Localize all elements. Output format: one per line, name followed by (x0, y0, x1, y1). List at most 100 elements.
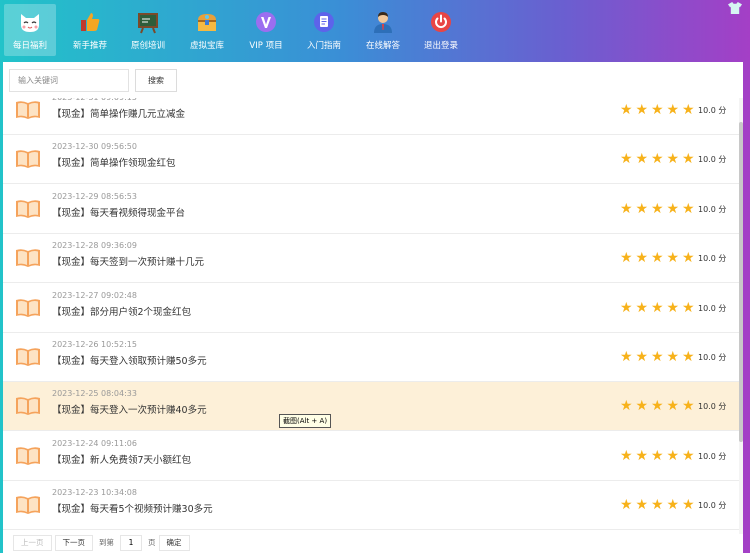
star-icon: ★ (666, 447, 680, 464)
open-book-icon (16, 249, 40, 268)
star-icon: ★ (619, 447, 633, 464)
star-icon: ★ (650, 250, 664, 267)
star-icon: ★ (650, 447, 664, 464)
star-icon: ★ (619, 349, 633, 365)
main-panel: 搜索 2023-12-31 09:09:15【现金】简单操作赚几元立减金★★★★… (3, 62, 743, 553)
open-book-icon (16, 298, 40, 317)
rating-stars: ★ ★ ★ ★ ★ (619, 495, 696, 515)
item-title[interactable]: 【现金】简单操作赚几元立减金 (52, 106, 185, 120)
nav-label: 虚拟宝库 (189, 41, 224, 51)
open-book-icon (16, 496, 40, 515)
star-icon: ★ (681, 447, 695, 464)
list-item[interactable]: 2023-12-23 10:34:08 【现金】每天看5个视频预计赚30多元 ★ ★ ★… (3, 481, 743, 531)
item-score: 10.0 分 (698, 303, 727, 313)
list-item[interactable]: 2023-12-27 09:02:48 【现金】部分用户领2个现金红包 ★ ★ ★ ★ ★ 1… (3, 283, 743, 333)
prev-page-button[interactable]: 上一页 (13, 534, 52, 551)
item-title[interactable]: 【现金】每天看视频得现金平台 (52, 205, 185, 219)
item-title[interactable]: 【现金】部分用户领2个现金红包 (52, 304, 191, 318)
star-icon: ★ (681, 151, 695, 168)
item-title[interactable]: 【现金】每天登入领取预计赚50多元 (52, 353, 207, 367)
star-icon: ★ (650, 102, 664, 118)
rating-stars: ★ ★ ★ ★ ★ (619, 199, 696, 219)
page-suffix-label: 页 (148, 538, 156, 547)
article-list: 2023-12-31 09:09:15【现金】简单操作赚几元立减金★★★★★10… (3, 98, 743, 534)
nav-item-original-training[interactable]: 原创培训 (122, 4, 174, 56)
star-icon: ★ (650, 151, 664, 168)
search-bar: 搜索 (3, 62, 743, 98)
list-item[interactable]: 2023-12-31 09:09:15 【现金】简单操作赚几元立减金 ★★★★★10… (3, 98, 743, 135)
star-icon: ★ (666, 349, 680, 365)
item-score: 10.0 分 (698, 353, 727, 362)
item-score: 10.0 分 (698, 254, 727, 264)
nav-item-getting-started[interactable]: 入门指南 (298, 4, 350, 56)
list-item[interactable]: 2023-12-29 08:56:53 【现金】每天看视频得现金平台 ★ ★ ★ ★ ★ 10… (3, 184, 743, 234)
item-title[interactable]: 【现金】每天登入一次预计赚40多元 (52, 402, 207, 416)
nav-item-vip-project[interactable]: VIP 项目 (240, 4, 292, 56)
nav-label: 原创培训 (130, 41, 165, 51)
open-book-icon (16, 397, 40, 416)
star-icon: ★ (635, 102, 649, 118)
top-navigation: 每日福利 新手推荐 原创培训 虚拟宝库 VIP 项目 入门指南 在线解答 退出登… (0, 0, 750, 60)
star-icon: ★ (666, 497, 680, 514)
vip-badge-icon (254, 10, 278, 34)
star-icon: ★ (635, 299, 649, 316)
item-score: 10.0 分 (698, 402, 727, 412)
item-score: 10.0 分 (698, 204, 727, 214)
open-book-icon (16, 199, 40, 218)
item-date: 2023-12-23 10:34:08 (52, 488, 137, 498)
item-title[interactable]: 【现金】每天看5个视频预计赚30多元 (52, 501, 213, 515)
open-book-icon (16, 348, 40, 366)
list-item[interactable]: 2023-12-25 08:04:33 【现金】每天登入一次预计赚40多元 ★ ★ ★ ★… (3, 382, 743, 432)
cat-face-icon (18, 10, 42, 34)
item-title[interactable]: 【现金】简单操作领现金红包 (52, 155, 176, 169)
next-page-button[interactable]: 下一页 (54, 534, 93, 551)
star-icon: ★ (619, 299, 633, 316)
rating-stars: ★ ★ ★ ★ ★ (619, 149, 696, 169)
star-icon: ★ (681, 497, 695, 514)
star-icon: ★ (619, 200, 633, 217)
item-date: 2023-12-31 09:09:15 (52, 98, 137, 102)
star-icon: ★ (650, 299, 664, 316)
page-number-input[interactable] (120, 534, 142, 551)
search-button[interactable]: 搜索 (135, 69, 177, 92)
nav-item-daily-welfare[interactable]: 每日福利 (4, 4, 56, 56)
star-icon: ★ (666, 250, 680, 267)
star-icon: ★ (635, 200, 649, 217)
treasure-chest-icon (195, 10, 219, 34)
star-icon: ★ (635, 497, 649, 514)
list-item[interactable]: 2023-12-28 09:36:09 【现金】每天签到一次预计赚十几元 ★ ★ ★ ★ ★… (3, 234, 743, 284)
item-score: 10.0 分 (698, 106, 727, 115)
nav-label: 每日福利 (12, 41, 47, 51)
rating-stars: ★ ★ ★ ★ ★ (619, 396, 696, 416)
skin-shirt-icon[interactable] (728, 2, 742, 14)
list-item[interactable]: 2023-12-24 09:11:06 【现金】新人免费领7天小额红包 ★ ★ ★ ★ ★ 1… (3, 431, 743, 481)
list-item[interactable]: 2023-12-30 09:56:50 【现金】简单操作领现金红包 ★ ★ ★ ★ ★ 10.… (3, 135, 743, 185)
item-date: 2023-12-30 09:56:50 (52, 142, 137, 152)
search-input[interactable] (9, 69, 129, 92)
open-book-icon (16, 150, 40, 169)
star-icon: ★ (619, 151, 633, 168)
nav-item-logout[interactable]: 退出登录 (415, 4, 467, 56)
nav-label: 入门指南 (306, 41, 341, 51)
document-icon (312, 10, 336, 34)
star-icon: ★ (666, 151, 680, 168)
confirm-page-button[interactable]: 确定 (158, 534, 190, 551)
star-icon: ★ (666, 102, 680, 118)
support-agent-icon (371, 10, 395, 34)
list-item[interactable]: 2023-12-26 10:52:15 【现金】每天登入领取预计赚50多元 ★ ★ ★ ★… (3, 333, 743, 382)
item-title[interactable]: 【现金】每天签到一次预计赚十几元 (52, 254, 204, 268)
nav-item-virtual-treasury[interactable]: 虚拟宝库 (181, 4, 233, 56)
rating-stars: ★ ★ ★ ★ ★ (619, 347, 696, 367)
item-date: 2023-12-28 09:36:09 (52, 241, 137, 251)
item-title[interactable]: 【现金】新人免费领7天小额红包 (52, 452, 191, 466)
star-icon: ★ (619, 497, 633, 514)
star-icon: ★ (681, 102, 695, 118)
rating-stars: ★ ★ ★ ★ ★ (619, 100, 696, 120)
pagination: 上一页 下一页 到第 页 确定 (3, 532, 743, 553)
item-score: 10.0 分 (698, 451, 727, 461)
nav-label: 在线解答 (365, 41, 400, 51)
nav-item-online-answers[interactable]: 在线解答 (357, 4, 409, 56)
star-icon: ★ (681, 398, 695, 415)
scrollbar-thumb[interactable] (739, 122, 743, 442)
nav-item-beginner-recommend[interactable]: 新手推荐 (64, 4, 116, 56)
